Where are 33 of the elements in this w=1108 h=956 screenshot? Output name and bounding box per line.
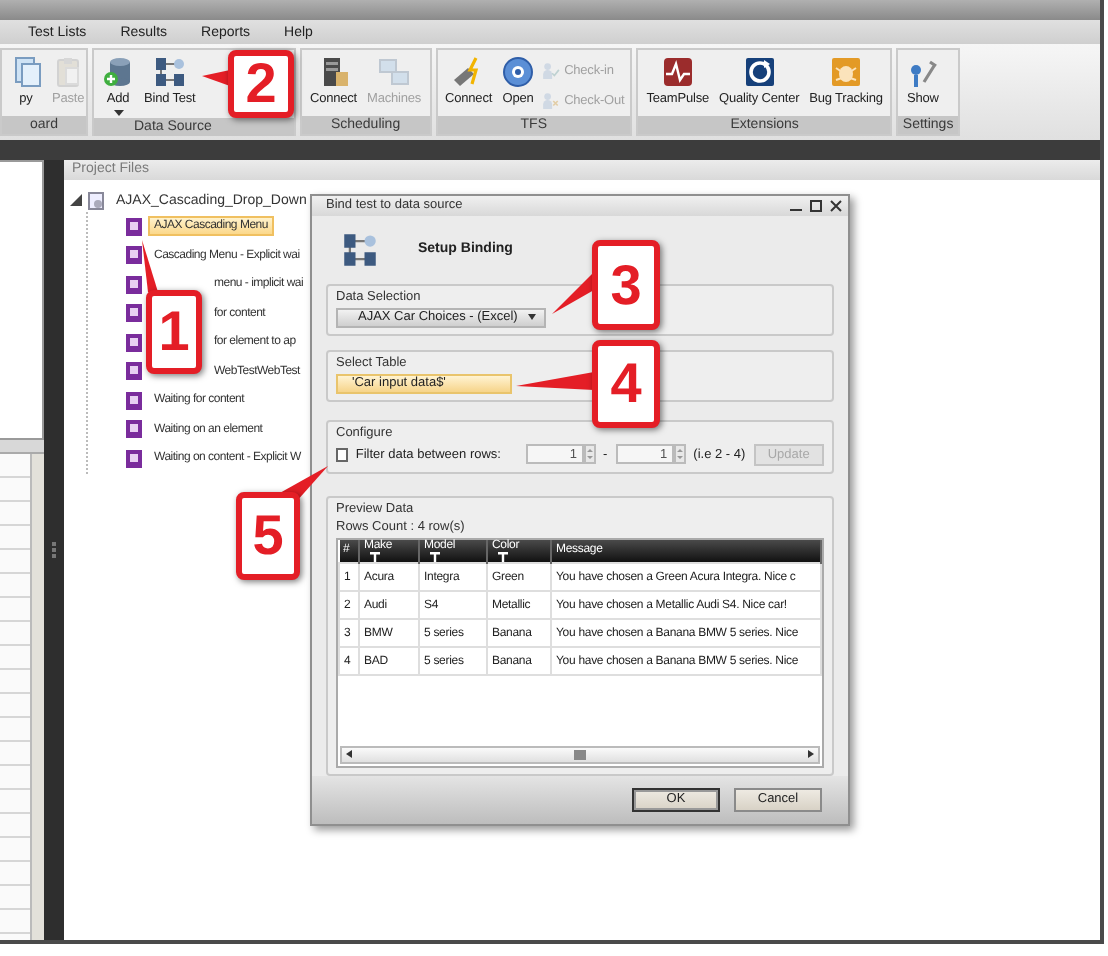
clipboard-icon <box>52 56 85 88</box>
callout-arrow <box>142 240 158 292</box>
callout-number: 2 <box>228 50 294 118</box>
scroll-thumb[interactable] <box>574 749 586 760</box>
person-icon <box>542 62 561 80</box>
document-icon <box>10 56 42 88</box>
callout-number: 3 <box>592 240 660 330</box>
close-icon[interactable] <box>830 199 842 212</box>
checkbox[interactable] <box>336 447 348 462</box>
callout-arrow <box>516 372 594 390</box>
globe-icon <box>502 56 535 88</box>
pulse-icon <box>661 56 694 88</box>
expand-icon[interactable] <box>70 194 82 206</box>
project-icon <box>88 191 104 209</box>
circular-arrows-icon <box>743 56 776 88</box>
network-icon <box>342 231 378 268</box>
network-icon <box>153 56 186 88</box>
scroll-right-icon[interactable] <box>808 750 814 759</box>
database-icon <box>102 56 134 88</box>
filter-icon[interactable] <box>498 552 508 563</box>
bug-icon <box>830 56 863 88</box>
wrench-icon <box>906 56 939 88</box>
scroll-left-icon[interactable] <box>346 750 352 759</box>
maximize-icon[interactable] <box>810 199 822 212</box>
filter-icon[interactable] <box>370 552 380 563</box>
person-icon <box>542 92 561 110</box>
computers-icon <box>378 56 411 88</box>
horizontal-scrollbar[interactable] <box>340 745 820 764</box>
callout-number: 5 <box>236 492 300 580</box>
filter-icon[interactable] <box>430 552 440 563</box>
callout-number: 4 <box>592 340 660 428</box>
callout-number: 1 <box>146 290 202 374</box>
caret-icon <box>528 314 536 321</box>
